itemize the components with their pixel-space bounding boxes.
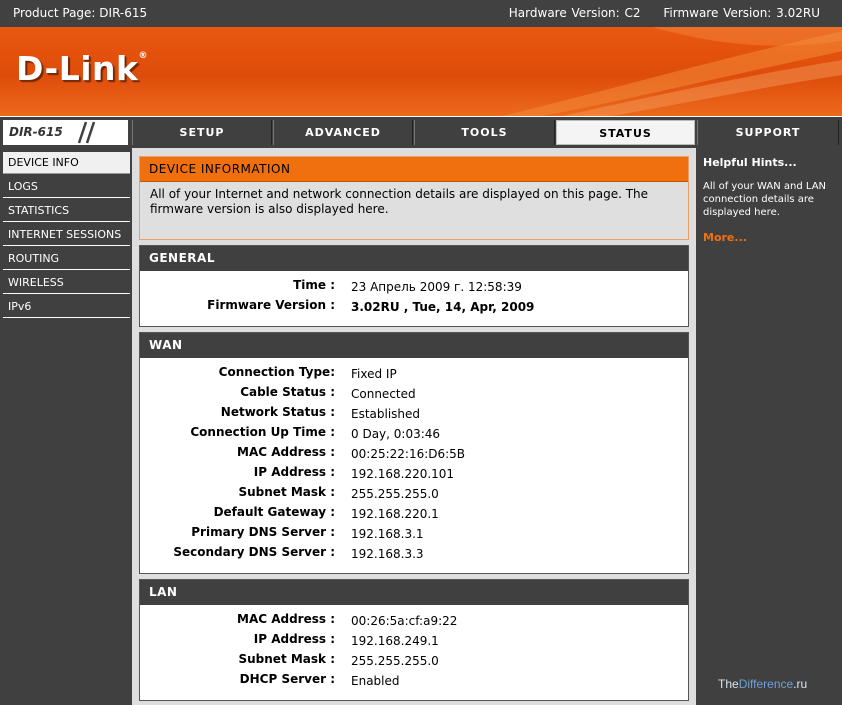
row-value: Enabled	[351, 674, 400, 688]
info-row-lan-subnet-mask: Subnet Mask : 255.255.255.0	[140, 650, 688, 670]
hints-title: Helpful Hints...	[703, 156, 797, 169]
sidebar-item-wireless[interactable]: WIRELESS	[3, 272, 130, 294]
info-row-dhcp-server: DHCP Server : Enabled	[140, 670, 688, 690]
info-row-connection-up-time: Connection Up Time : 0 Day, 0:03:46	[140, 423, 688, 443]
info-row-network-status: Network Status : Established	[140, 403, 688, 423]
row-label: Subnet Mask :	[238, 485, 335, 499]
wan-section-title: WAN	[140, 333, 688, 358]
row-label: Connection Type:	[218, 365, 335, 379]
row-value: Connected	[351, 387, 416, 401]
info-row-lan-mac-address: MAC Address : 00:26:5a:cf:a9:22	[140, 610, 688, 630]
helpful-hints-panel: Helpful Hints... All of your WAN and LAN…	[696, 148, 842, 705]
info-row-cable-status: Cable Status : Connected	[140, 383, 688, 403]
sidebar-item-logs[interactable]: LOGS	[3, 176, 130, 198]
row-value: 192.168.220.1	[351, 507, 439, 521]
row-label: Subnet Mask :	[238, 652, 335, 666]
row-value: 00:25:22:16:D6:5B	[351, 447, 466, 461]
sidebar-item-device-info[interactable]: DEVICE INFO	[3, 152, 130, 174]
row-value: Fixed IP	[351, 367, 397, 381]
brand-banner: D-Link®	[0, 27, 842, 116]
tab-advanced[interactable]: ADVANCED	[273, 120, 413, 145]
left-sidebar: DEVICE INFO LOGS STATISTICS INTERNET SES…	[0, 148, 132, 705]
row-label: IP Address :	[253, 465, 335, 479]
row-label: Primary DNS Server :	[191, 525, 335, 539]
info-row-lan-ip-address: IP Address : 192.168.249.1	[140, 630, 688, 650]
info-row-primary-dns: Primary DNS Server : 192.168.3.1	[140, 523, 688, 543]
row-label: Secondary DNS Server :	[173, 545, 335, 559]
row-label: Time :	[293, 278, 335, 292]
lan-section: LAN MAC Address : 00:26:5a:cf:a9:22 IP Ad…	[139, 579, 689, 701]
row-value: Established	[351, 407, 421, 421]
row-label: DHCP Server :	[239, 672, 335, 686]
firmware-version: Firmware Version: 3.02RU	[663, 6, 820, 20]
model-name: DIR-615	[9, 125, 63, 139]
info-row-default-gateway: Default Gateway : 192.168.220.1	[140, 503, 688, 523]
hints-more-link[interactable]: More...	[703, 231, 747, 244]
lan-section-title: LAN	[140, 580, 688, 605]
info-row-mac-address: MAC Address : 00:25:22:16:D6:5B	[140, 443, 688, 463]
tab-tools[interactable]: TOOLS	[414, 120, 555, 145]
row-label: IP Address :	[253, 632, 335, 646]
row-value: 255.255.255.0	[351, 487, 439, 501]
row-value: 192.168.3.3	[351, 547, 424, 561]
row-label: Cable Status :	[240, 385, 335, 399]
row-label: MAC Address :	[237, 612, 335, 626]
top-navigation: DIR-615 SETUP ADVANCED TOOLS STATUS SUPP…	[0, 117, 842, 148]
watermark-part-2: Difference	[738, 677, 794, 691]
info-row-subnet-mask: Subnet Mask : 255.255.255.0	[140, 483, 688, 503]
row-value: 192.168.3.1	[351, 527, 424, 541]
main-content: DEVICE INFORMATION All of your Internet …	[132, 148, 696, 705]
top-info-bar: Product Page: DIR-615 Hardware Version: …	[0, 0, 842, 27]
sidebar-item-statistics[interactable]: STATISTICS	[3, 200, 130, 222]
dlink-logo: D-Link®	[16, 49, 148, 88]
device-information-description: All of your Internet and network connect…	[150, 187, 649, 216]
device-information-title: DEVICE INFORMATION	[140, 157, 688, 182]
info-row-firmware-version: Firmware Version : 3.02RU , Tue, 14, Apr…	[140, 296, 688, 316]
info-row-connection-type: Connection Type: Fixed IP	[140, 363, 688, 383]
watermark-part-1: The	[718, 677, 739, 691]
row-label: Default Gateway :	[213, 505, 335, 519]
wan-section: WAN Connection Type: Fixed IP Cable Statu…	[139, 332, 689, 574]
row-label: Network Status :	[220, 405, 335, 419]
watermark-part-3: .ru	[793, 677, 808, 691]
general-section: GENERAL Time : 23 Апрель 2009 г. 12:58:3…	[139, 245, 689, 327]
row-value: 23 Апрель 2009 г. 12:58:39	[351, 280, 522, 294]
version-info: Hardware Version: C2 Firmware Version: 3…	[509, 6, 820, 20]
tab-status[interactable]: STATUS	[556, 120, 695, 145]
logo-registered-mark: ®	[138, 51, 148, 61]
banner-swoosh-graphic	[502, 27, 842, 116]
model-label-box: DIR-615	[3, 120, 128, 145]
sidebar-item-routing[interactable]: ROUTING	[3, 248, 130, 270]
info-row-time: Time : 23 Апрель 2009 г. 12:58:39	[140, 276, 688, 296]
general-section-title: GENERAL	[140, 246, 688, 271]
info-row-secondary-dns: Secondary DNS Server : 192.168.3.3	[140, 543, 688, 563]
row-value: 192.168.249.1	[351, 634, 439, 648]
row-label: MAC Address :	[237, 445, 335, 459]
product-page-label: Product Page: DIR-615	[13, 6, 148, 20]
tab-support[interactable]: SUPPORT	[697, 120, 839, 145]
row-value: 255.255.255.0	[351, 654, 439, 668]
row-value: 192.168.220.101	[351, 467, 455, 481]
row-value: 0 Day, 0:03:46	[351, 427, 441, 441]
row-label: Firmware Version :	[207, 298, 335, 312]
info-row-ip-address: IP Address : 192.168.220.101	[140, 463, 688, 483]
logo-text: D-Link	[16, 49, 139, 88]
sidebar-item-ipv6[interactable]: IPv6	[3, 296, 130, 318]
hardware-version: Hardware Version: C2	[508, 6, 641, 20]
slash-decoration-icon	[77, 121, 96, 144]
row-value: 3.02RU , Tue, 14, Apr, 2009	[351, 300, 535, 314]
row-value: 00:26:5a:cf:a9:22	[351, 614, 458, 628]
device-information-panel: DEVICE INFORMATION All of your Internet …	[139, 156, 689, 240]
watermark: TheDifference.ru	[718, 677, 807, 691]
row-label: Connection Up Time :	[190, 425, 335, 439]
sidebar-item-internet-sessions[interactable]: INTERNET SESSIONS	[3, 224, 130, 246]
hints-text: All of your WAN and LAN connection detai…	[703, 181, 827, 218]
tab-setup[interactable]: SETUP	[132, 120, 272, 145]
